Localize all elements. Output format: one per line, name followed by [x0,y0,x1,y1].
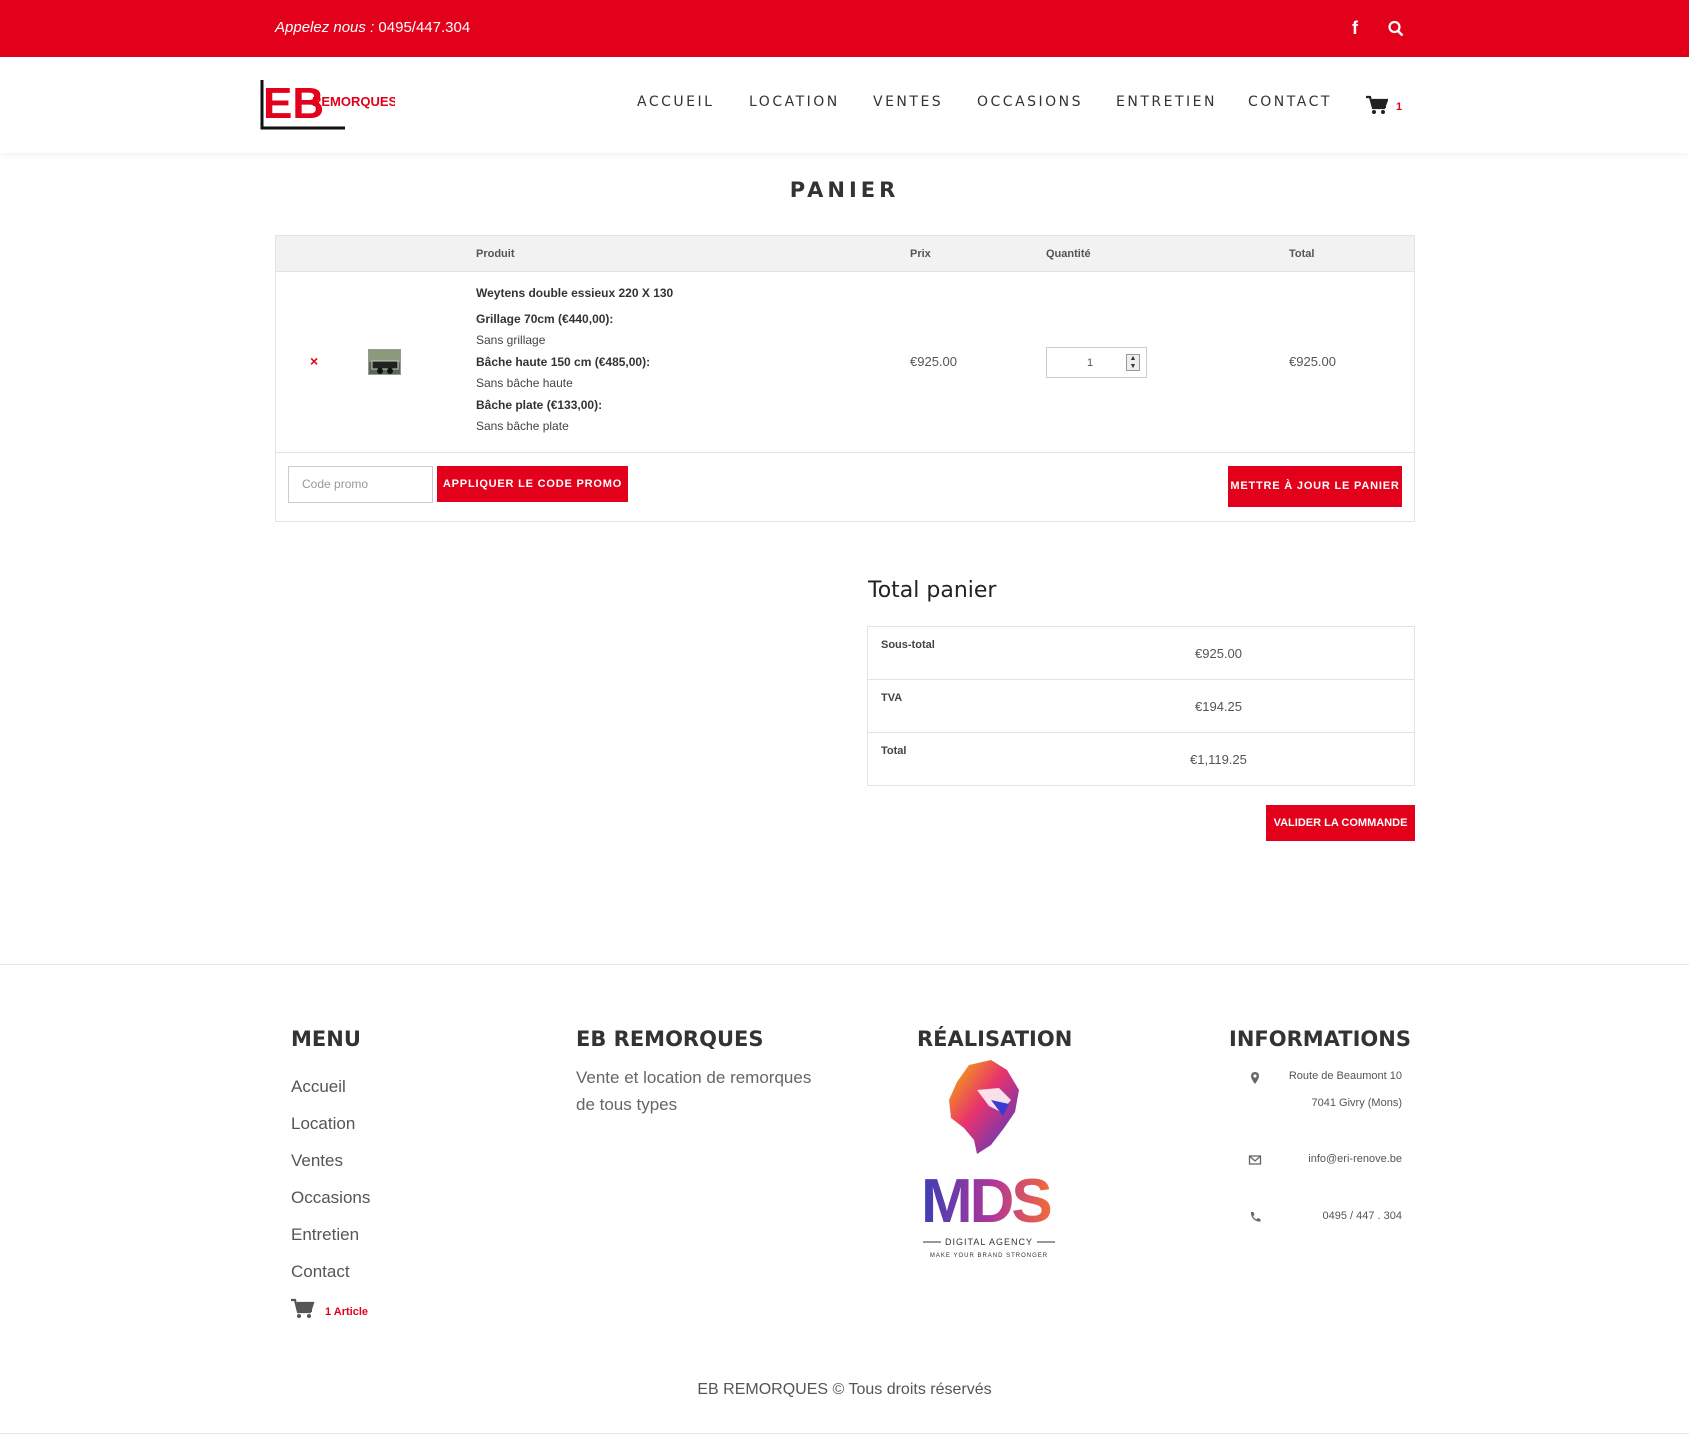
phone-label: Appelez nous : [275,19,375,36]
update-cart-button[interactable]: METTRE À JOUR LE PANIER [1228,466,1402,507]
cart-icon[interactable] [1366,95,1388,115]
footer-link-contact[interactable]: Contact [291,1262,350,1282]
table-row: Sous-total €925.00 [868,627,1414,680]
product-thumbnail[interactable] [368,349,401,375]
footer-divider [0,964,1689,965]
footer-menu-title: MENU [291,1027,361,1051]
phone-number[interactable]: 0495/447.304 [378,19,470,36]
page-title: PANIER [789,178,900,202]
footer-link-occasions[interactable]: Occasions [291,1188,370,1208]
table-row: TVA €194.25 [868,680,1414,733]
footer-link-accueil[interactable]: Accueil [291,1077,346,1097]
quantity-stepper[interactable]: 1 ▲ ▼ [1046,347,1147,378]
option-label: Bâche haute 150 cm (€485,00): [476,355,651,369]
footer-email[interactable]: info@eri-renove.be [1308,1153,1402,1165]
footer-cart-link[interactable]: 1 Article [325,1306,368,1318]
address-line-1: Route de Beaumont 10 [1288,1070,1402,1082]
option-value: Sans bâche haute [476,376,573,390]
header-price: Prix [910,248,931,260]
nav-location[interactable]: LOCATION [749,94,840,110]
facebook-icon[interactable]: f [1352,18,1358,39]
agency-logo[interactable]: MDS DIGITAL AGENCY MAKE YOUR BRAND STRON… [919,1060,1059,1260]
header-product: Produit [476,248,515,260]
option-label: Bâche plate (€133,00): [476,398,603,412]
cart-totals-table: Sous-total €925.00 TVA €194.25 Total €1,… [867,626,1415,786]
footer-cart-icon[interactable] [291,1298,315,1319]
item-total: €925.00 [1289,354,1336,369]
header-total: Total [1289,248,1315,260]
quantity-value[interactable]: 1 [1087,357,1093,369]
logo-text: REMORQUES [312,94,395,109]
divider [276,452,1414,453]
footer-phone[interactable]: 0495 / 447 . 304 [1322,1210,1402,1222]
total-value: €1,119.25 [1190,752,1247,767]
subtotal-label: Sous-total [881,639,935,651]
map-marker-icon [1251,1072,1259,1084]
option-value: Sans grillage [476,333,546,347]
tax-label: TVA [881,692,903,704]
cart-totals-title: Total panier [868,578,997,603]
promo-code-input[interactable]: Code promo [288,466,433,503]
tax-value: €194.25 [1195,699,1242,714]
search-icon[interactable] [1388,20,1404,38]
spinner-arrows-icon[interactable]: ▲ ▼ [1126,354,1140,371]
item-price: €925.00 [910,354,957,369]
footer-link-location[interactable]: Location [291,1114,355,1134]
footer-link-ventes[interactable]: Ventes [291,1151,343,1171]
cart-table: Produit Prix Quantité Total × Weytens do… [275,235,1415,522]
total-label: Total [881,745,907,757]
table-row: Total €1,119.25 [868,733,1414,786]
cart-table-header: Produit Prix Quantité Total [276,236,1414,272]
cart-count-badge[interactable]: 1 [1396,101,1402,113]
option-value: Sans bâche plate [476,419,569,433]
header-quantity: Quantité [1046,248,1091,260]
envelope-icon [1248,1155,1262,1165]
nav-accueil[interactable]: ACCUEIL [637,94,714,110]
address-line-2: 7041 Givry (Mons) [1311,1097,1402,1109]
phone-icon [1250,1212,1261,1222]
apply-promo-button[interactable]: APPLIQUER LE CODE PROMO [437,466,628,502]
footer-realisation-title: RÉALISATION [917,1027,1073,1051]
subtotal-value: €925.00 [1195,646,1242,661]
remove-item-icon[interactable]: × [310,353,318,369]
checkout-button[interactable]: VALIDER LA COMMANDE [1266,805,1415,841]
nav-occasions[interactable]: OCCASIONS [977,94,1083,110]
agency-name: MDS [921,1167,1050,1236]
nav-ventes[interactable]: VENTES [873,94,943,110]
bottom-divider [0,1433,1689,1434]
phone-contact: Appelez nous : 0495/447.304 [275,19,470,36]
footer-info-title: INFORMATIONS [1229,1027,1411,1051]
nav-contact[interactable]: CONTACT [1248,94,1332,110]
option-label: Grillage 70cm (€440,00): [476,312,614,326]
footer-link-entretien[interactable]: Entretien [291,1225,359,1245]
copyright: EB REMORQUES © Tous droits réservés [697,1381,992,1398]
site-logo[interactable]: EB REMORQUES [260,74,395,132]
product-name[interactable]: Weytens double essieux 220 X 130 [476,286,673,300]
agency-subtitle: DIGITAL AGENCY [945,1237,1033,1247]
footer-about-text: Vente et location de remorques de tous t… [576,1068,812,1114]
footer-about-title: EB REMORQUES [576,1027,764,1051]
top-bar: Appelez nous : 0495/447.304 f [0,0,1689,57]
nav-entretien[interactable]: ENTRETIEN [1116,94,1217,110]
site-header [0,57,1689,153]
agency-tagline: MAKE YOUR BRAND STRONGER [930,1253,1048,1259]
